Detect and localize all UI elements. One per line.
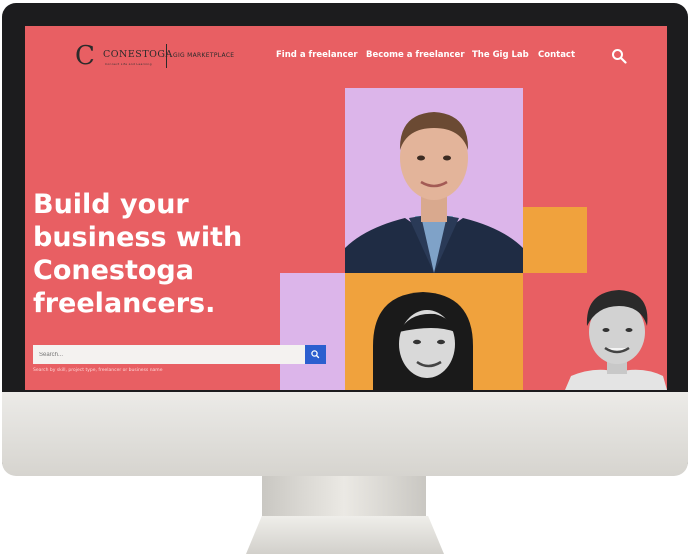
nav-search-button[interactable] xyxy=(611,48,627,64)
hero-headline-line-3: Conestoga xyxy=(33,255,194,286)
monitor-chin xyxy=(2,392,688,476)
hero-search-button[interactable] xyxy=(305,345,326,364)
website-screen: C CONESTOGA Connect Life and Learning GI… xyxy=(25,26,667,390)
monitor-stand-base xyxy=(246,516,444,554)
nav-contact[interactable]: Contact xyxy=(538,50,575,60)
nav-become-freelancer[interactable]: Become a freelancer xyxy=(366,50,465,60)
logo-mark[interactable]: C xyxy=(75,43,95,69)
nav-gig-lab[interactable]: The Gig Lab xyxy=(472,50,529,60)
hero-search-input[interactable] xyxy=(33,345,305,364)
nav-find-freelancer[interactable]: Find a freelancer xyxy=(276,50,358,60)
hero-headline: Build your business with Conestoga freel… xyxy=(33,188,303,320)
search-icon xyxy=(311,350,320,359)
hero-headline-line-4: freelancers. xyxy=(33,288,216,319)
freelancer-photo-young-man xyxy=(565,284,667,390)
hero-search-helper: Search by skill, project type, freelance… xyxy=(33,368,163,373)
logo-marketplace: GIG MARKETPLACE xyxy=(173,52,235,59)
logo-name[interactable]: CONESTOGA xyxy=(103,49,173,60)
logo-divider xyxy=(166,44,167,68)
freelancer-photo-man-suit xyxy=(345,88,523,273)
logo-tagline: Connect Life and Learning xyxy=(105,62,152,66)
search-icon xyxy=(612,49,627,64)
freelancer-photo-woman xyxy=(365,286,481,390)
orange-block-small xyxy=(523,207,587,273)
hero-headline-line-2: business with xyxy=(33,222,243,253)
hero-headline-line-1: Build your xyxy=(33,189,189,220)
